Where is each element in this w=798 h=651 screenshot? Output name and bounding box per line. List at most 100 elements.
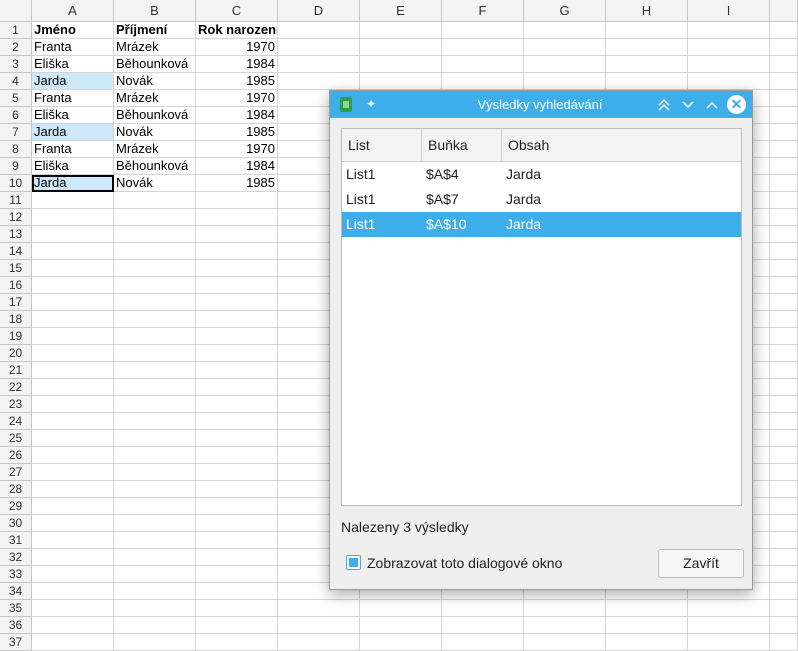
cell-j20[interactable] xyxy=(770,345,798,362)
cell-c30[interactable] xyxy=(196,515,278,532)
cell-j3[interactable] xyxy=(770,56,798,73)
cell-j18[interactable] xyxy=(770,311,798,328)
cell-a17[interactable] xyxy=(32,294,114,311)
row-header-23[interactable]: 23 xyxy=(0,396,32,413)
cell-b24[interactable] xyxy=(114,413,196,430)
cell-c36[interactable] xyxy=(196,617,278,634)
cell-c9[interactable]: 1984 xyxy=(196,158,278,175)
row-header-7[interactable]: 7 xyxy=(0,124,32,141)
cell-c27[interactable] xyxy=(196,464,278,481)
cell-a37[interactable] xyxy=(32,634,114,651)
cell-c7[interactable]: 1985 xyxy=(196,124,278,141)
cell-b29[interactable] xyxy=(114,498,196,515)
cell-j21[interactable] xyxy=(770,362,798,379)
cell-c35[interactable] xyxy=(196,600,278,617)
cell-a16[interactable] xyxy=(32,277,114,294)
cell-i2[interactable] xyxy=(688,39,770,56)
row-header-9[interactable]: 9 xyxy=(0,158,32,175)
cell-c14[interactable] xyxy=(196,243,278,260)
cell-i35[interactable] xyxy=(688,600,770,617)
cell-b30[interactable] xyxy=(114,515,196,532)
pin-icon[interactable]: ✦ xyxy=(363,91,379,118)
cell-j1[interactable] xyxy=(770,22,798,39)
cell-d4[interactable] xyxy=(278,73,360,90)
close-icon[interactable]: ✕ xyxy=(727,95,746,114)
cell-b10[interactable]: Novák xyxy=(114,175,196,192)
column-header-a[interactable]: A xyxy=(32,0,114,22)
cell-b16[interactable] xyxy=(114,277,196,294)
cell-c11[interactable] xyxy=(196,192,278,209)
cell-j33[interactable] xyxy=(770,566,798,583)
cell-j31[interactable] xyxy=(770,532,798,549)
cell-j2[interactable] xyxy=(770,39,798,56)
row-header-3[interactable]: 3 xyxy=(0,56,32,73)
cell-b14[interactable] xyxy=(114,243,196,260)
cell-c16[interactable] xyxy=(196,277,278,294)
cell-j12[interactable] xyxy=(770,209,798,226)
column-header-i[interactable]: I xyxy=(688,0,770,22)
cell-c32[interactable] xyxy=(196,549,278,566)
cell-h37[interactable] xyxy=(606,634,688,651)
cell-a30[interactable] xyxy=(32,515,114,532)
cell-j10[interactable] xyxy=(770,175,798,192)
cell-e36[interactable] xyxy=(360,617,442,634)
cell-j29[interactable] xyxy=(770,498,798,515)
cell-c2[interactable]: 1970 xyxy=(196,39,278,56)
chevron-down-icon[interactable] xyxy=(679,91,697,118)
cell-i3[interactable] xyxy=(688,56,770,73)
cell-c5[interactable]: 1970 xyxy=(196,90,278,107)
row-header-1[interactable]: 1 xyxy=(0,22,32,39)
cell-a34[interactable] xyxy=(32,583,114,600)
cell-a29[interactable] xyxy=(32,498,114,515)
cell-j8[interactable] xyxy=(770,141,798,158)
cell-a15[interactable] xyxy=(32,260,114,277)
column-header-cell[interactable]: Buňka xyxy=(422,129,502,161)
cell-f37[interactable] xyxy=(442,634,524,651)
cell-e35[interactable] xyxy=(360,600,442,617)
cell-j28[interactable] xyxy=(770,481,798,498)
cell-g3[interactable] xyxy=(524,56,606,73)
cell-c1[interactable]: Rok narození xyxy=(196,22,278,39)
row-header-29[interactable]: 29 xyxy=(0,498,32,515)
cell-c37[interactable] xyxy=(196,634,278,651)
row-header-14[interactable]: 14 xyxy=(0,243,32,260)
cell-g2[interactable] xyxy=(524,39,606,56)
row-header-4[interactable]: 4 xyxy=(0,73,32,90)
row-header-22[interactable]: 22 xyxy=(0,379,32,396)
cell-b36[interactable] xyxy=(114,617,196,634)
cell-a5[interactable]: Franta xyxy=(32,90,114,107)
row-header-6[interactable]: 6 xyxy=(0,107,32,124)
cell-a10[interactable]: Jarda xyxy=(32,175,114,192)
cell-j23[interactable] xyxy=(770,396,798,413)
cell-f36[interactable] xyxy=(442,617,524,634)
row-header-37[interactable]: 37 xyxy=(0,634,32,651)
cell-a18[interactable] xyxy=(32,311,114,328)
cell-b31[interactable] xyxy=(114,532,196,549)
cell-a19[interactable] xyxy=(32,328,114,345)
cell-d35[interactable] xyxy=(278,600,360,617)
cell-d2[interactable] xyxy=(278,39,360,56)
cell-a8[interactable]: Franta xyxy=(32,141,114,158)
row-header-31[interactable]: 31 xyxy=(0,532,32,549)
column-header-d[interactable]: D xyxy=(278,0,360,22)
cell-j35[interactable] xyxy=(770,600,798,617)
cell-j36[interactable] xyxy=(770,617,798,634)
cell-b5[interactable]: Mrázek xyxy=(114,90,196,107)
cell-c28[interactable] xyxy=(196,481,278,498)
cell-b27[interactable] xyxy=(114,464,196,481)
show-dialog-label[interactable]: Zobrazovat toto dialogové okno xyxy=(367,555,562,571)
cell-c22[interactable] xyxy=(196,379,278,396)
cell-a4[interactable]: Jarda xyxy=(32,73,114,90)
row-header-30[interactable]: 30 xyxy=(0,515,32,532)
cell-g35[interactable] xyxy=(524,600,606,617)
column-header-list[interactable]: List xyxy=(342,129,422,161)
cell-a27[interactable] xyxy=(32,464,114,481)
row-header-33[interactable]: 33 xyxy=(0,566,32,583)
row-header-18[interactable]: 18 xyxy=(0,311,32,328)
cell-c4[interactable]: 1985 xyxy=(196,73,278,90)
row-header-19[interactable]: 19 xyxy=(0,328,32,345)
cell-a12[interactable] xyxy=(32,209,114,226)
cell-f35[interactable] xyxy=(442,600,524,617)
cell-b28[interactable] xyxy=(114,481,196,498)
cell-c15[interactable] xyxy=(196,260,278,277)
